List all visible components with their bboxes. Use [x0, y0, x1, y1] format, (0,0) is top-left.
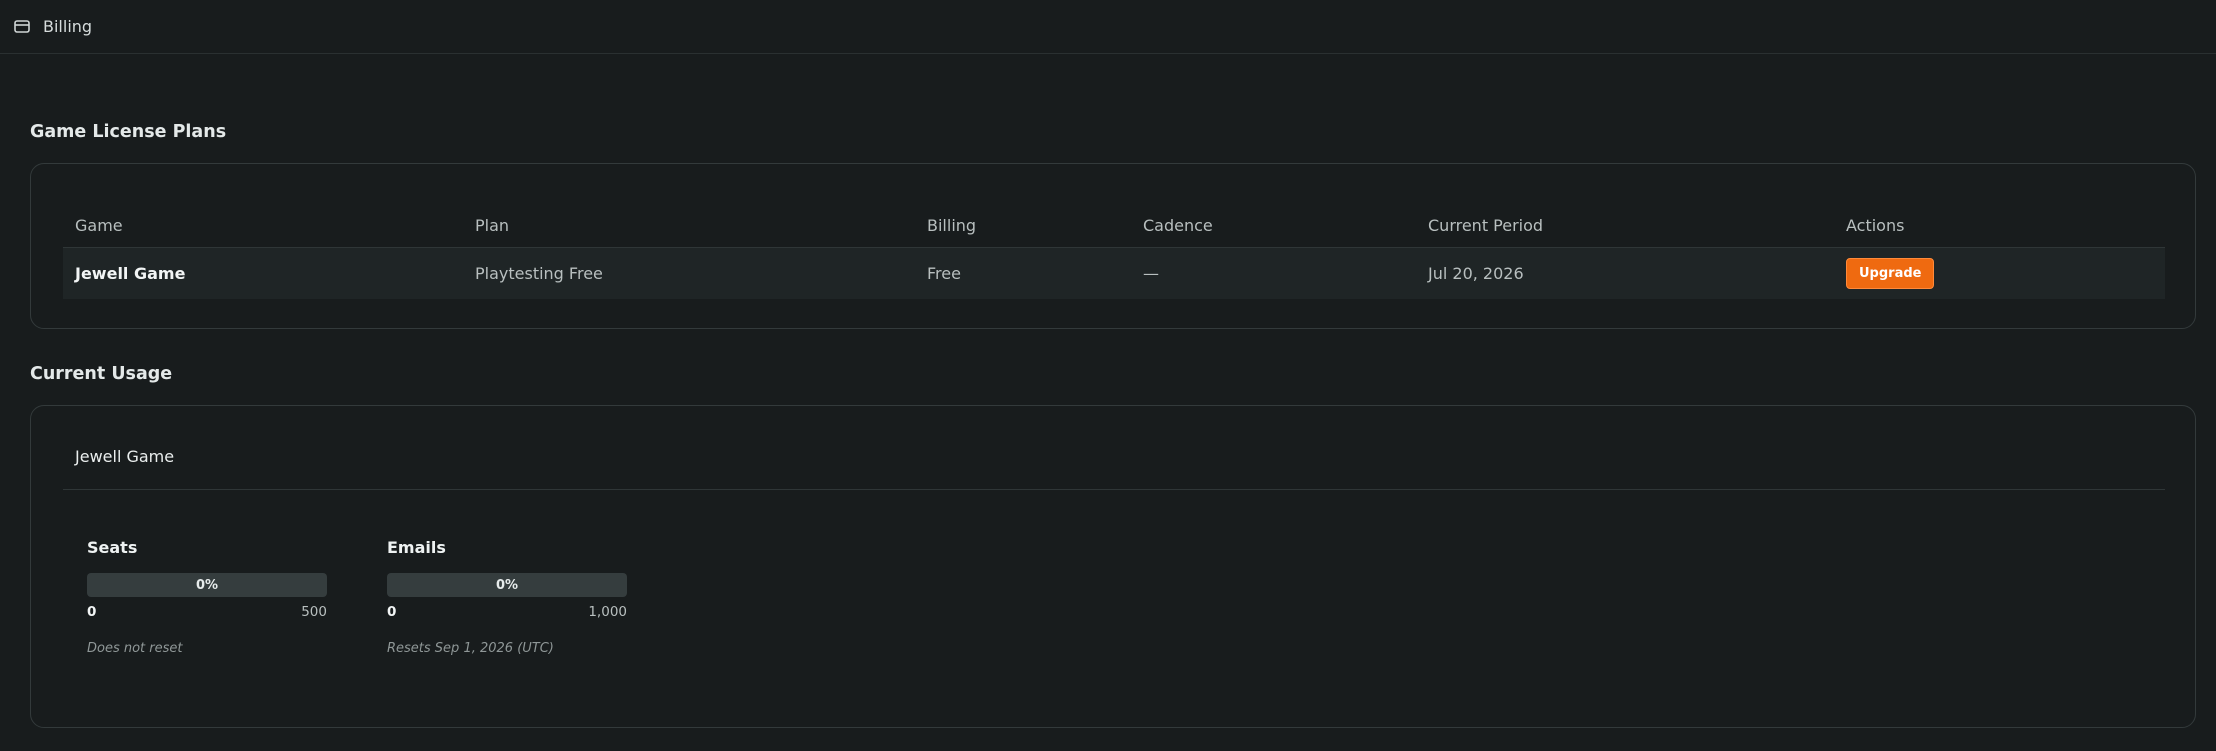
plans-section-title: Game License Plans [30, 122, 227, 142]
progress-bar: 0% [87, 573, 327, 597]
column-header-current-period: Current Period [1428, 216, 1544, 235]
plans-table-header: Game Plan Billing Cadence Current Period… [63, 204, 2165, 248]
row-actions: Upgrade [1846, 248, 1935, 299]
metric-name: Seats [87, 538, 138, 557]
range-max: 1,000 [588, 604, 627, 620]
table-row: Jewell Game Playtesting Free Free — Jul … [63, 248, 2165, 299]
column-header-cadence: Cadence [1143, 216, 1213, 235]
row-game: Jewell Game [75, 264, 186, 283]
column-header-billing: Billing [927, 216, 977, 235]
upgrade-button[interactable]: Upgrade [1846, 258, 1935, 289]
range-min: 0 [387, 604, 397, 620]
credit-card-icon [14, 19, 32, 34]
progress-percent: 0% [495, 577, 519, 593]
metric-name: Emails [387, 538, 446, 557]
column-header-game: Game [75, 216, 123, 235]
range-max: 500 [301, 604, 327, 620]
progress-percent: 0% [195, 577, 219, 593]
reset-note: Resets Sep 1, 2026 (UTC) [387, 641, 554, 656]
usage-game-name: Jewell Game [75, 447, 175, 466]
range-min: 0 [87, 604, 97, 620]
reset-note: Does not reset [87, 641, 183, 656]
usage-card: Jewell Game Seats 0% 0 500 Does not rese… [30, 405, 2196, 728]
page-title: Billing [43, 17, 93, 36]
metric-seats: Seats 0% 0 500 Does not reset [87, 538, 327, 656]
row-plan: Playtesting Free [475, 264, 603, 283]
plans-card: Game Plan Billing Cadence Current Period… [30, 163, 2196, 329]
row-current-period: Jul 20, 2026 [1428, 264, 1524, 283]
column-header-plan: Plan [475, 216, 510, 235]
top-bar: Billing [0, 0, 2216, 54]
usage-section-title: Current Usage [30, 364, 173, 384]
row-billing: Free [927, 264, 961, 283]
usage-divider [63, 489, 2165, 490]
row-cadence: — [1143, 264, 1159, 283]
metric-emails: Emails 0% 0 1,000 Resets Sep 1, 2026 (UT… [387, 538, 627, 656]
progress-bar: 0% [387, 573, 627, 597]
column-header-actions: Actions [1846, 216, 1905, 235]
